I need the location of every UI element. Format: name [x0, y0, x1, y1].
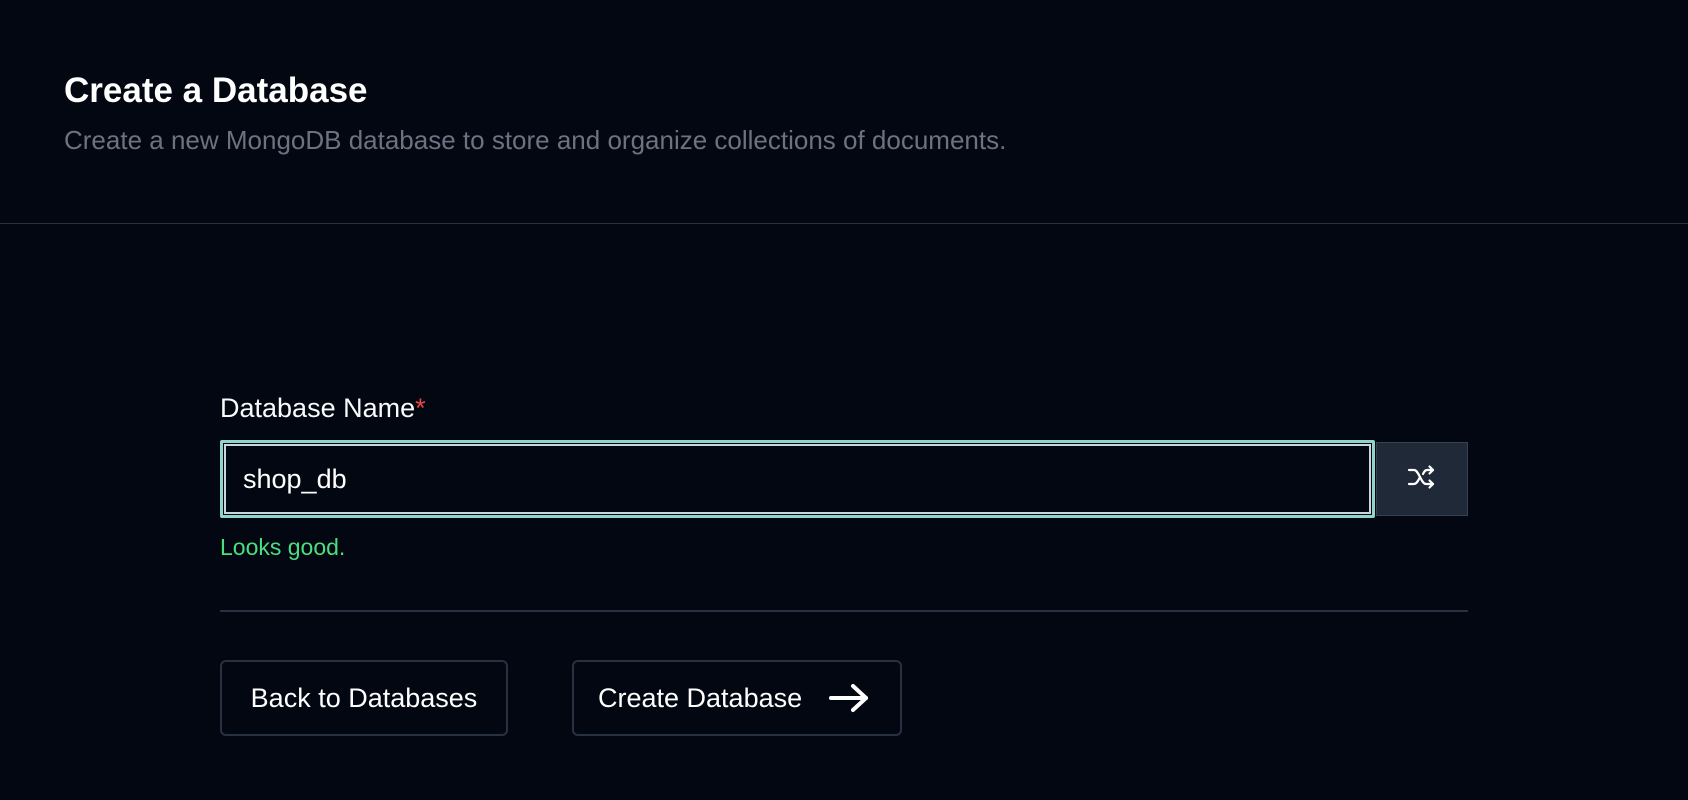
page-header: Create a Database Create a new MongoDB d…	[0, 0, 1688, 224]
database-name-label-text: Database Name	[220, 393, 416, 423]
shuffle-icon	[1407, 464, 1437, 495]
database-name-label: Database Name*	[220, 392, 426, 424]
create-database-button[interactable]: Create Database	[572, 660, 902, 736]
create-button-label: Create Database	[598, 682, 803, 713]
divider	[220, 610, 1468, 612]
page-title: Create a Database	[64, 71, 368, 110]
arrow-right-icon	[828, 682, 870, 714]
database-name-input[interactable]	[220, 440, 1375, 518]
random-name-button[interactable]	[1376, 442, 1468, 516]
back-to-databases-button[interactable]: Back to Databases	[220, 660, 508, 736]
page-subtitle: Create a new MongoDB database to store a…	[64, 125, 1007, 155]
back-button-label: Back to Databases	[250, 682, 478, 713]
required-mark: *	[415, 393, 426, 423]
validation-message: Looks good.	[220, 534, 346, 560]
